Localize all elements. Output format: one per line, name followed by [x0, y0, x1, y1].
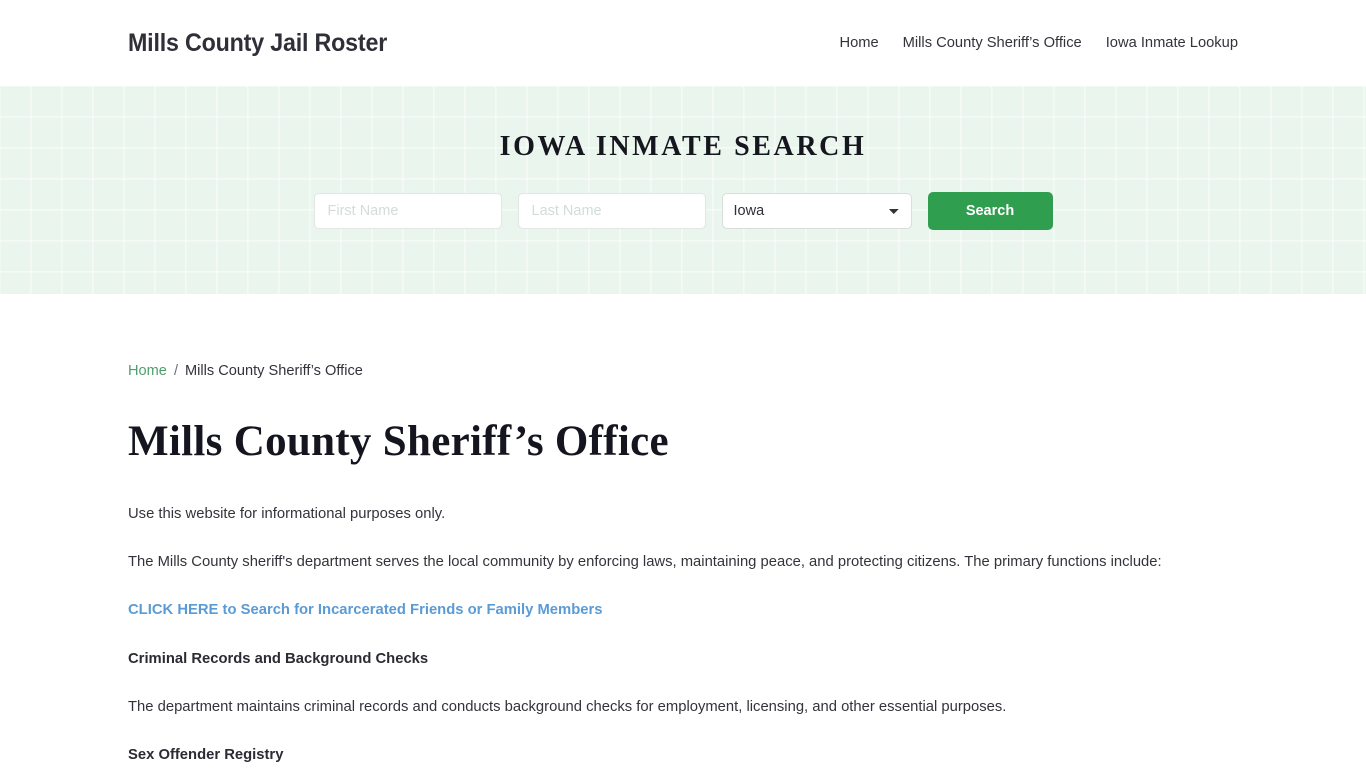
breadcrumb-separator: / [173, 363, 178, 379]
main-content: Home / Mills County Sheriff’s Office Mil… [0, 364, 1366, 768]
breadcrumb-link-home[interactable]: Home [128, 364, 167, 379]
breadcrumb-current-page: Mills County Sheriff’s Office [185, 363, 363, 379]
main-navigation: Home Mills County Sheriff’s Office Iowa … [839, 35, 1238, 51]
hero-search-section: IOWA INMATE SEARCH Iowa Search [0, 86, 1366, 294]
site-header: Mills County Jail Roster Home Mills Coun… [0, 0, 1366, 86]
inmate-search-form: Iowa Search [313, 192, 1053, 230]
first-name-input[interactable] [313, 193, 502, 229]
section-heading-criminal-records: Criminal Records and Background Checks [128, 650, 429, 667]
section-body-criminal-records: The department maintains criminal record… [128, 698, 1007, 715]
breadcrumb: Home / Mills County Sheriff’s Office [128, 364, 1238, 379]
last-name-input[interactable] [517, 193, 706, 229]
search-inmates-cta-link[interactable]: CLICK HERE to Search for Incarcerated Fr… [128, 599, 1238, 621]
site-title: Mills County Jail Roster [128, 28, 388, 57]
nav-item-iowa-inmate-lookup[interactable]: Iowa Inmate Lookup [1106, 35, 1238, 51]
intro-paragraph: Use this website for informational purpo… [128, 506, 446, 523]
section-heading-sex-offender-registry: Sex Offender Registry [128, 746, 284, 763]
description-paragraph: The Mills County sheriff's department se… [128, 554, 1162, 571]
page-title: Mills County Sheriff’s Office [128, 417, 669, 465]
nav-item-home[interactable]: Home [839, 35, 878, 51]
nav-item-sheriffs-office[interactable]: Mills County Sheriff’s Office [903, 35, 1082, 51]
state-select[interactable]: Iowa [721, 193, 912, 229]
hero-title: IOWA INMATE SEARCH [499, 131, 867, 162]
search-button[interactable]: Search [927, 192, 1053, 230]
